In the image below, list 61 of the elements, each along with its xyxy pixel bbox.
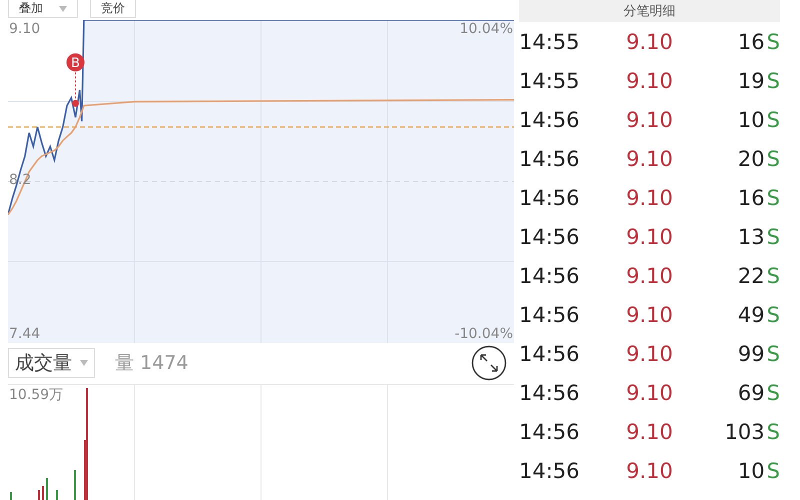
trade-volume: 16 <box>738 30 765 54</box>
trade-volume: 10 <box>738 108 765 132</box>
trade-price: 9.10 <box>626 302 673 326</box>
trade-time: 14:56 <box>519 302 580 326</box>
axis-label: 7.44 <box>9 326 40 341</box>
trade-time: 14:56 <box>519 224 580 248</box>
volume-reading: 量 1474 <box>115 351 190 376</box>
indicator-dropdown[interactable]: 成交量 <box>8 348 95 378</box>
axis-label: 10.59万 <box>9 388 64 402</box>
trade-time: 14:55 <box>519 30 580 54</box>
trade-side: S <box>766 264 780 288</box>
trade-price: 9.10 <box>626 224 673 248</box>
trade-time: 14:56 <box>519 458 580 482</box>
trade-time: 14:56 <box>519 380 580 404</box>
trade-price: 9.10 <box>626 108 673 132</box>
trade-volume: 49 <box>738 302 765 326</box>
trade-price: 9.10 <box>626 380 673 404</box>
trade-time: 14:56 <box>519 146 580 170</box>
caret-icon <box>80 360 88 366</box>
trade-volume: 103 <box>724 420 765 444</box>
trade-side: S <box>766 30 780 54</box>
trade-side: S <box>766 68 780 92</box>
trade-price: 9.10 <box>626 264 673 288</box>
trade-side: S <box>766 108 780 132</box>
trade-volume: 13 <box>738 224 765 248</box>
axis-label: 9.10 <box>9 22 40 36</box>
trade-volume: 10 <box>738 458 765 482</box>
trade-time: 14:56 <box>519 186 580 210</box>
trade-volume: 22 <box>738 264 765 288</box>
trade-price: 9.10 <box>626 146 673 170</box>
toolbar-button[interactable]: 竞价 <box>90 0 136 18</box>
trade-time: 14:56 <box>519 108 580 132</box>
trade-time: 14:56 <box>519 264 580 288</box>
axis-label: 10.04% <box>460 22 513 36</box>
axis-label: -10.04% <box>454 326 513 341</box>
trade-volume: 99 <box>738 342 765 366</box>
trade-price: 9.10 <box>626 458 673 482</box>
trade-volume: 20 <box>738 146 765 170</box>
expand-icon[interactable] <box>471 345 507 382</box>
trade-side: S <box>766 302 780 326</box>
trade-time: 14:55 <box>519 68 580 92</box>
trade-price: 9.10 <box>626 342 673 366</box>
trade-side: S <box>766 458 780 482</box>
trade-volume: 69 <box>738 380 765 404</box>
trade-volume: 19 <box>738 68 765 92</box>
trade-side: S <box>766 146 780 170</box>
trade-side: S <box>766 186 780 210</box>
trade-time: 14:56 <box>519 342 580 366</box>
trade-price: 9.10 <box>626 68 673 92</box>
caret-icon <box>59 6 67 12</box>
trade-price: 9.10 <box>626 186 673 210</box>
trade-side: S <box>766 420 780 444</box>
toolbar-button[interactable]: 叠加 <box>8 0 78 18</box>
trade-time: 14:56 <box>519 420 580 444</box>
trade-side: S <box>766 224 780 248</box>
panel-title: 分笔明细 <box>519 0 780 22</box>
trade-side: S <box>766 342 780 366</box>
trade-side: S <box>766 380 780 404</box>
trade-price: 9.10 <box>626 30 673 54</box>
trade-volume: 16 <box>738 186 765 210</box>
trade-price: 9.10 <box>626 420 673 444</box>
